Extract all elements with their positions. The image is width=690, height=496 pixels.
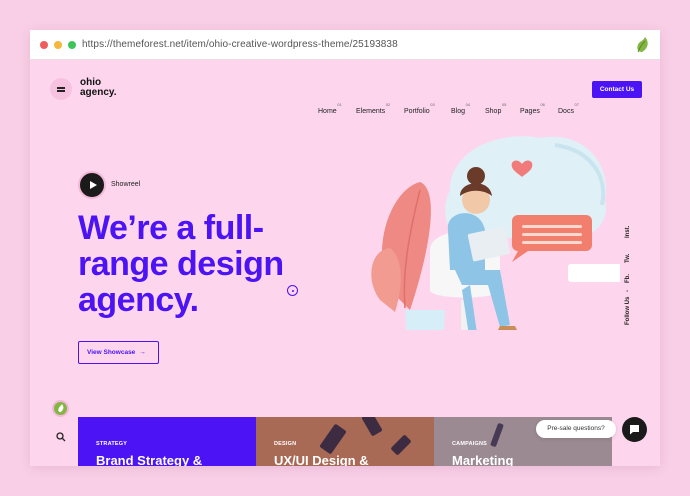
card-title: Brand Strategy &	[96, 453, 203, 466]
nav-item-elements[interactable]: Elements 02	[356, 102, 390, 115]
nav-item-number: 03	[430, 102, 435, 107]
search-icon[interactable]	[56, 432, 66, 442]
hero-headline: We’re a full- range design agency.	[78, 210, 338, 318]
logo-line2: agency.	[80, 87, 117, 98]
chat-bubble-icon	[630, 425, 639, 435]
card-title: Marketing	[452, 453, 514, 466]
social-links: Follow Us - Fb. Tw. Inst.	[625, 210, 639, 330]
nav-item-label: Blog	[451, 108, 466, 115]
hamburger-menu-icon[interactable]	[50, 78, 72, 100]
nav-item-shop[interactable]: Shop 05	[485, 102, 506, 115]
nav-item-label: Shop	[485, 108, 502, 115]
close-window-button[interactable]	[40, 41, 48, 49]
nav-item-label: Pages	[520, 108, 540, 115]
service-card-strategy[interactable]: STRATEGY Brand Strategy &	[78, 417, 256, 466]
arrow-right-icon: →	[139, 349, 146, 356]
nav-item-number: 06	[540, 102, 545, 107]
card-category: DESIGN	[274, 441, 297, 447]
hero-illustration	[371, 136, 620, 330]
nav-item-label: Portfolio	[404, 108, 430, 115]
browser-window: https://themeforest.net/item/ohio-creati…	[30, 30, 660, 466]
play-showreel-icon[interactable]	[78, 171, 106, 199]
service-cards: STRATEGY Brand Strategy & DESIGN UX/UI D…	[78, 417, 612, 466]
nav-item-blog[interactable]: Blog 04	[451, 102, 470, 115]
social-link-twitter[interactable]: Tw.	[625, 254, 631, 263]
social-follow-label: Follow Us	[625, 296, 631, 325]
nav-item-portfolio[interactable]: Portfolio 03	[404, 102, 435, 115]
nav-item-home[interactable]: Home 01	[318, 102, 342, 115]
nav-item-number: 07	[574, 102, 579, 107]
social-link-facebook[interactable]: Fb.	[625, 274, 631, 283]
custom-cursor-icon	[287, 285, 298, 296]
minimize-window-button[interactable]	[54, 41, 62, 49]
nav-item-label: Home	[318, 108, 337, 115]
presale-tooltip[interactable]: Pre-sale questions?	[536, 420, 616, 438]
contact-us-button[interactable]: Contact Us	[592, 81, 642, 98]
card-category: STRATEGY	[96, 441, 128, 447]
view-showcase-label: View Showcase	[87, 349, 136, 356]
view-showcase-button[interactable]: View Showcase →	[78, 341, 159, 364]
nav-item-label: Elements	[356, 108, 386, 115]
headline-line2: range design	[78, 245, 284, 283]
headline-line3: agency.	[78, 281, 199, 319]
nav-item-pages[interactable]: Pages 06	[520, 102, 545, 115]
envato-leaf-icon[interactable]	[52, 400, 69, 417]
headline-line1: We’re a full-	[78, 209, 264, 247]
nav-item-number: 04	[465, 102, 471, 107]
chat-button[interactable]	[622, 417, 647, 442]
site-logo[interactable]: ohio agency.	[80, 78, 117, 98]
card-title: UX/UI Design &	[274, 453, 369, 466]
social-separator: -	[625, 290, 631, 292]
card-decoration	[361, 417, 383, 437]
showreel-label[interactable]: Showreel	[111, 181, 140, 188]
nav-item-number: 02	[385, 102, 391, 107]
nav-item-number: 05	[501, 102, 507, 107]
service-card-design[interactable]: DESIGN UX/UI Design &	[256, 417, 434, 466]
card-decoration	[490, 422, 504, 448]
browser-bar: https://themeforest.net/item/ohio-creati…	[30, 30, 660, 60]
nav-item-label: Docs	[558, 108, 574, 115]
social-link-instagram[interactable]: Inst.	[625, 226, 631, 238]
address-bar[interactable]: https://themeforest.net/item/ohio-creati…	[82, 39, 398, 50]
main-nav: Home 01 Elements 02 Portfolio 03 Blog 04…	[30, 102, 660, 128]
card-category: CAMPAIGNS	[452, 441, 488, 447]
nav-item-docs[interactable]: Docs 07	[558, 102, 579, 115]
maximize-window-button[interactable]	[68, 41, 76, 49]
card-decoration	[319, 423, 347, 455]
card-decoration	[390, 434, 412, 456]
nav-item-number: 01	[337, 102, 342, 107]
envato-leaf-icon[interactable]	[634, 36, 650, 54]
